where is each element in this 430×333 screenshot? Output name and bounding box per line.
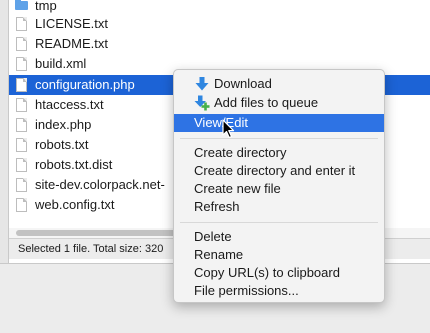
folder-icon	[15, 0, 28, 10]
file-name: index.php	[35, 117, 92, 132]
file-name: tmp	[35, 0, 57, 13]
menu-item-rename[interactable]: Rename	[174, 246, 384, 264]
menu-label: Create directory and enter it	[194, 163, 356, 178]
file-row[interactable]: LICENSE.txt	[9, 14, 430, 34]
file-icon	[16, 78, 27, 92]
file-icon	[16, 37, 27, 51]
menu-item-create-new-file[interactable]: Create new file	[174, 180, 384, 198]
file-name: robots.txt	[35, 137, 89, 152]
menu-item-delete[interactable]: Delete	[174, 228, 384, 246]
menu-label: File permissions...	[194, 283, 299, 298]
menu-label: Create new file	[194, 181, 281, 196]
file-name: configuration.php	[35, 77, 135, 92]
file-row[interactable]: README.txt	[9, 34, 430, 54]
menu-label: Rename	[194, 247, 244, 262]
menu-separator	[180, 222, 378, 223]
left-pane-edge	[0, 0, 9, 263]
file-name: htaccess.txt	[35, 97, 104, 112]
file-name: LICENSE.txt	[35, 16, 108, 31]
menu-item-view-edit[interactable]: View/Edit	[174, 114, 384, 132]
file-icon	[16, 178, 27, 192]
menu-item-download[interactable]: Download	[174, 75, 384, 93]
menu-label: Copy URL(s) to clipboard	[194, 265, 340, 280]
file-name: robots.txt.dist	[35, 157, 113, 172]
file-icon	[16, 57, 27, 71]
file-name: README.txt	[35, 36, 108, 51]
file-icon	[16, 198, 27, 212]
menu-label: Refresh	[194, 199, 240, 214]
menu-item-create-directory-enter[interactable]: Create directory and enter it	[174, 162, 384, 180]
file-icon	[16, 17, 27, 31]
menu-label: Add files to queue	[214, 95, 319, 110]
menu-separator	[180, 138, 378, 139]
context-menu: Download Add files to queue View/Edit Cr…	[173, 69, 385, 303]
menu-item-add-to-queue[interactable]: Add files to queue	[174, 94, 384, 112]
file-icon	[16, 118, 27, 132]
menu-label: Delete	[194, 229, 232, 244]
scrollbar-thumb[interactable]	[16, 230, 186, 236]
menu-label: View/Edit	[194, 115, 248, 130]
file-row-tmp[interactable]: tmp	[9, 0, 430, 14]
file-name: site-dev.colorpack.net-	[35, 177, 165, 192]
menu-item-refresh[interactable]: Refresh	[174, 198, 384, 216]
mouse-pointer-icon	[222, 119, 235, 139]
download-arrow-icon	[195, 77, 209, 91]
file-name: build.xml	[35, 56, 87, 71]
menu-item-copy-urls[interactable]: Copy URL(s) to clipboard	[174, 264, 384, 282]
menu-item-file-permissions[interactable]: File permissions...	[174, 282, 384, 300]
file-icon	[16, 138, 27, 152]
file-icon	[16, 158, 27, 172]
menu-label: Create directory	[194, 145, 287, 160]
add-to-queue-icon	[194, 95, 210, 111]
file-name: web.config.txt	[35, 197, 115, 212]
file-icon	[16, 98, 27, 112]
status-text: Selected 1 file. Total size: 320	[18, 243, 164, 255]
menu-label: Download	[214, 76, 272, 91]
menu-item-create-directory[interactable]: Create directory	[174, 144, 384, 162]
